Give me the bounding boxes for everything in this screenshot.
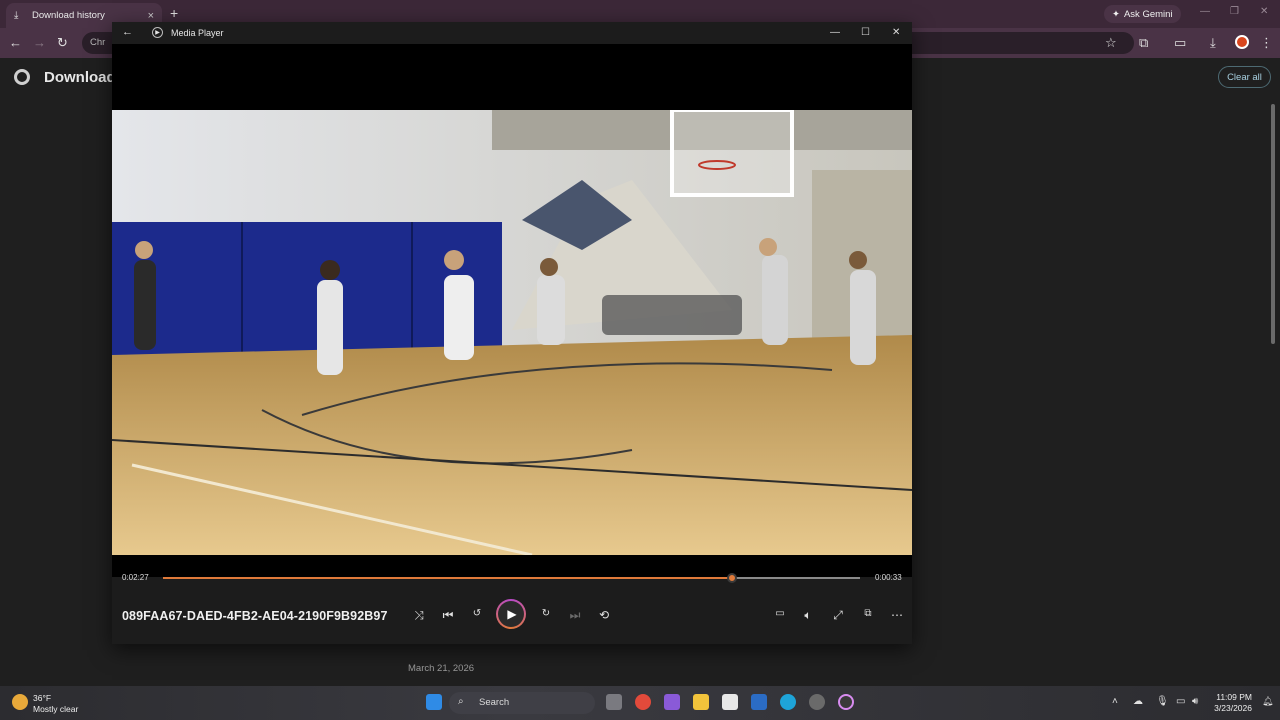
close-window-icon[interactable]: ✕ (1260, 6, 1268, 17)
weather-condition: Mostly clear (33, 704, 79, 714)
edge-icon[interactable] (780, 694, 796, 710)
time-remaining: 0:00:33 (875, 573, 902, 582)
volume-icon[interactable]: 🔈︎ (800, 608, 816, 623)
seek-bar-row: 0:02:27 0:00:33 (112, 570, 912, 586)
download-icon: ⤓ (14, 10, 19, 21)
back-icon[interactable]: ← (9, 35, 22, 50)
media-player-taskbar-icon[interactable] (838, 694, 854, 710)
network-icon[interactable]: ▭ (1176, 696, 1185, 707)
tab-title: Download history (32, 10, 105, 21)
seek-bar-progress (163, 577, 733, 579)
player-minimize-icon[interactable]: — (830, 27, 840, 38)
shuffle-icon[interactable]: ⤨ (411, 608, 427, 623)
date-group-label: March 21, 2026 (408, 663, 475, 674)
player-controls: 089FAA67-DAED-4FB2-AE04-2190F9B92B97 ⤨ ⏮… (112, 596, 912, 636)
downloads-icon[interactable]: ⤓ (1210, 35, 1216, 51)
settings-icon[interactable] (809, 694, 825, 710)
show-hidden-icons-icon[interactable]: ˄ (1112, 696, 1118, 707)
taskbar-search[interactable]: ⌕ Search (449, 692, 595, 714)
play-button[interactable]: ▶ (496, 599, 526, 629)
minimize-icon[interactable]: — (1200, 6, 1210, 17)
extensions-icon[interactable]: ⧉ (1139, 35, 1148, 51)
weather-moon-cloud-icon (12, 694, 28, 710)
player-close-icon[interactable]: ✕ (892, 27, 900, 38)
video-area[interactable] (112, 44, 912, 577)
notifications-icon[interactable]: 🔔︎ (1262, 696, 1273, 707)
seek-bar[interactable] (163, 573, 860, 583)
weather-temp: 36°F (33, 693, 52, 703)
more-icon[interactable]: ⋯ (889, 608, 905, 622)
rewind-10-icon[interactable]: ↺ (469, 608, 485, 619)
player-maximize-icon[interactable]: ☐ (861, 27, 870, 38)
fullscreen-icon[interactable]: ⤢ (830, 608, 846, 623)
new-tab-button[interactable]: + (170, 5, 178, 21)
page-title: Download (44, 69, 116, 86)
speaker-icon[interactable]: 🔊︎ (1192, 696, 1198, 707)
video-frame[interactable] (112, 110, 912, 555)
player-app-name: Media Player (171, 28, 224, 38)
seek-bar-thumb[interactable] (727, 573, 738, 583)
bookmark-star-icon[interactable]: ☆ (1105, 35, 1117, 51)
task-view-icon[interactable] (606, 694, 622, 710)
search-label: Search (479, 697, 510, 708)
scroll-thumb[interactable] (1271, 104, 1275, 344)
forward-icon[interactable]: → (33, 35, 46, 50)
gemini-icon: ✦ (1112, 8, 1120, 20)
player-back-icon[interactable]: ← (122, 26, 133, 38)
player-titlebar: ← ▶ Media Player — ☐ ✕ (112, 22, 912, 44)
media-player-app-icon: ▶ (152, 27, 163, 38)
chrome-icon[interactable] (635, 694, 651, 710)
profile-avatar[interactable] (1235, 35, 1249, 49)
ask-gemini-label: Ask Gemini (1123, 8, 1173, 20)
address-text: Chr (90, 37, 106, 48)
reload-icon[interactable]: ↻ (57, 35, 68, 51)
close-tab-icon[interactable]: × (148, 10, 154, 22)
page-scrollbar[interactable] (1270, 98, 1276, 684)
windows-taskbar: 36°F Mostly clear ⌕ Search ˄ ☁ 🎙︎ ▭ 🔊︎ 1… (0, 686, 1280, 720)
captions-icon[interactable]: ▭ (772, 608, 788, 619)
microphone-icon[interactable]: 🎙︎ (1156, 696, 1169, 707)
time-elapsed: 0:02:27 (122, 573, 149, 582)
media-file-title: 089FAA67-DAED-4FB2-AE04-2190F9B92B97 (122, 609, 388, 623)
outlook-icon[interactable] (751, 694, 767, 710)
clock-date: 3/23/2026 (1214, 703, 1252, 713)
play-icon: ▶ (498, 601, 524, 627)
file-explorer-icon[interactable] (693, 694, 709, 710)
clear-all-button[interactable]: Clear all (1218, 66, 1271, 88)
forward-30-icon[interactable]: ↻ (538, 608, 554, 619)
repeat-icon[interactable]: ⟲ (596, 608, 612, 622)
start-windows-icon[interactable] (426, 694, 442, 710)
clock-time: 11:09 PM (1216, 692, 1252, 702)
onedrive-icon[interactable]: ☁ (1133, 696, 1143, 707)
media-player-window: ← ▶ Media Player — ☐ ✕ 0:02:27 0:00:33 0… (112, 22, 912, 644)
chrome-logo-icon (14, 69, 30, 85)
video-frame-image (112, 110, 912, 555)
cast-icon[interactable]: ▭ (1174, 35, 1186, 51)
ask-gemini-button[interactable]: ✦ Ask Gemini (1104, 5, 1181, 23)
previous-icon[interactable]: ⏮ (440, 608, 456, 623)
mini-player-icon[interactable]: ⧉ (860, 608, 876, 619)
next-icon[interactable]: ⏭ (567, 608, 583, 623)
store-icon[interactable] (722, 694, 738, 710)
restore-icon[interactable]: ❐ (1230, 6, 1239, 17)
system-clock[interactable]: 11:09 PM 3/23/2026 (1212, 692, 1252, 714)
copilot-icon[interactable] (664, 694, 680, 710)
search-icon: ⌕ (458, 696, 464, 707)
menu-icon[interactable]: ⋮ (1260, 35, 1273, 51)
